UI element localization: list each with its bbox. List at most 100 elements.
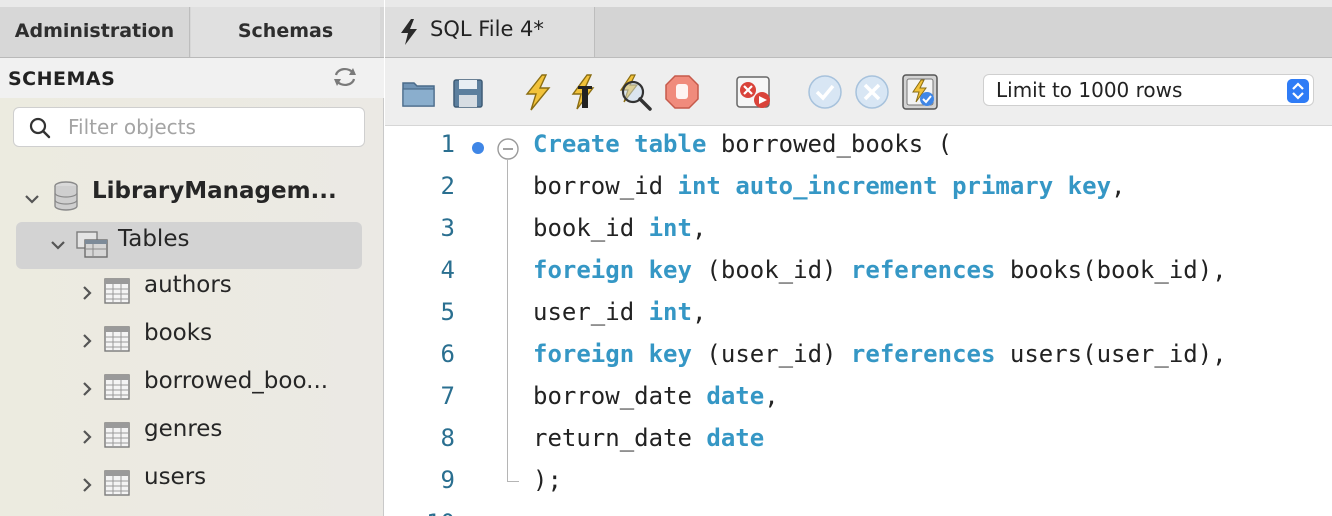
- sql-keyword: key: [1067, 172, 1112, 200]
- sql-token: borrow_date: [533, 382, 707, 410]
- schema-node[interactable]: LibraryManagem...: [0, 170, 384, 214]
- code-line[interactable]: 3 book_id int,: [385, 211, 1332, 253]
- code-line[interactable]: 8 return_date date: [385, 421, 1332, 463]
- tab-schemas[interactable]: Schemas: [191, 7, 380, 57]
- chevron-down-icon[interactable]: [49, 236, 67, 254]
- chevron-right-icon[interactable]: [78, 428, 96, 446]
- chevron-down-icon[interactable]: [23, 190, 41, 208]
- commit-icon[interactable]: [805, 72, 845, 112]
- chevron-right-icon[interactable]: [78, 476, 96, 494]
- table-icon: [104, 278, 130, 304]
- code-line[interactable]: 1 Create table borrowed_books (: [385, 127, 1332, 169]
- sql-token: books(book_id),: [995, 256, 1227, 284]
- code-text: Create table borrowed_books (: [533, 130, 952, 158]
- code-text: foreign key (book_id) references books(b…: [533, 256, 1227, 284]
- search-icon: [29, 117, 51, 139]
- code-line[interactable]: 6 foreign key (user_id) references users(…: [385, 337, 1332, 379]
- chevron-right-icon[interactable]: [78, 332, 96, 350]
- code-line[interactable]: 9);: [385, 463, 1332, 505]
- sql-token: ,: [691, 214, 707, 242]
- sql-token: ,: [764, 382, 779, 410]
- sql-keyword: auto_increment: [735, 172, 938, 200]
- code-line[interactable]: 4 foreign key (book_id) references books(…: [385, 253, 1332, 295]
- table-item-label: borrowed_boo...: [144, 368, 329, 394]
- limit-rows-value: Limit to 1000 rows: [996, 78, 1183, 102]
- sql-keyword: int: [648, 214, 692, 242]
- schemas-header: SCHEMAS: [0, 58, 384, 98]
- line-number: 7: [440, 382, 455, 410]
- sql-token: return_date: [533, 424, 707, 452]
- sql-keyword: int: [648, 298, 692, 326]
- sql-token: (book_id): [691, 256, 851, 284]
- autocommit-toggle-icon[interactable]: [901, 72, 941, 112]
- sql-token: book_id: [533, 214, 649, 242]
- line-number: 3: [440, 214, 455, 242]
- table-item-books[interactable]: books: [0, 316, 384, 360]
- sql-keyword: Create: [533, 130, 620, 158]
- save-icon[interactable]: [448, 72, 488, 112]
- open-folder-icon[interactable]: [399, 72, 439, 112]
- select-stepper-icon[interactable]: [1287, 79, 1309, 103]
- tab-sql-file[interactable]: SQL File 4*: [385, 7, 595, 57]
- sql-token: users(user_id),: [995, 340, 1227, 368]
- execute-current-icon[interactable]: [565, 72, 605, 112]
- sql-keyword: foreign: [533, 340, 635, 368]
- stop-icon[interactable]: [662, 72, 702, 112]
- filter-objects-field[interactable]: [13, 107, 365, 147]
- sidebar-tabbar: Administration Schemas: [0, 0, 384, 58]
- sql-keyword: key: [648, 256, 692, 284]
- rollback-icon[interactable]: [852, 72, 892, 112]
- tables-node[interactable]: Tables: [0, 222, 384, 266]
- line-number: 8: [440, 424, 455, 452]
- line-number: 2: [440, 172, 455, 200]
- code-line[interactable]: 7 borrow_date date,: [385, 379, 1332, 421]
- sql-token: (user_id): [691, 340, 851, 368]
- code-text: borrow_date date,: [533, 382, 779, 410]
- sql-keyword: primary: [952, 172, 1054, 200]
- sql-keyword: references: [850, 340, 996, 368]
- schema-name: LibraryManagem...: [92, 178, 337, 204]
- line-number: 1: [440, 130, 455, 158]
- table-item-label: authors: [144, 272, 232, 298]
- table-icon: [104, 422, 130, 448]
- execute-icon[interactable]: [518, 72, 558, 112]
- table-item-genres[interactable]: genres: [0, 412, 384, 456]
- stop-on-error-icon[interactable]: [734, 72, 774, 112]
- limit-rows-select[interactable]: Limit to 1000 rows: [983, 74, 1314, 106]
- sql-token: borrowed_books (: [706, 130, 953, 158]
- explain-icon[interactable]: [613, 72, 653, 112]
- table-item-authors[interactable]: authors: [0, 268, 384, 312]
- table-item-label: users: [144, 464, 207, 490]
- code-line[interactable]: 2 borrow_id int auto_increment primary ke…: [385, 169, 1332, 211]
- tab-administration[interactable]: Administration: [0, 7, 190, 57]
- filter-objects-input[interactable]: [68, 113, 358, 141]
- refresh-icon[interactable]: [332, 66, 358, 88]
- schemas-sidebar: Administration Schemas SCHEMAS Library: [0, 0, 384, 516]
- chevron-right-icon[interactable]: [78, 284, 96, 302]
- code-text: borrow_id int auto_increment primary key…: [533, 172, 1125, 200]
- lightning-icon: [401, 19, 417, 45]
- sql-token: borrow_id: [533, 172, 678, 200]
- line-number: 10: [415, 509, 455, 516]
- table-icon: [104, 374, 130, 400]
- sql-editor[interactable]: 1 Create table borrowed_books ( 2 borrow_id…: [385, 127, 1332, 516]
- table-icon: [104, 470, 130, 496]
- chevron-right-icon[interactable]: [78, 380, 96, 398]
- line-number: 4: [440, 256, 455, 284]
- sql-keyword: foreign: [533, 256, 635, 284]
- table-item-label: books: [144, 320, 213, 346]
- table-item-borrowed-books[interactable]: borrowed_boo...: [0, 364, 384, 408]
- table-item-label: genres: [144, 416, 223, 442]
- schemas-title: SCHEMAS: [8, 68, 116, 90]
- table-item-users[interactable]: users: [0, 460, 384, 504]
- sql-token: user_id: [533, 298, 649, 326]
- code-line[interactable]: 5 user_id int,: [385, 295, 1332, 337]
- code-text: );: [533, 466, 562, 494]
- sql-keyword: date: [706, 424, 765, 452]
- code-text: book_id int,: [533, 214, 706, 242]
- code-text: return_date date: [533, 424, 764, 452]
